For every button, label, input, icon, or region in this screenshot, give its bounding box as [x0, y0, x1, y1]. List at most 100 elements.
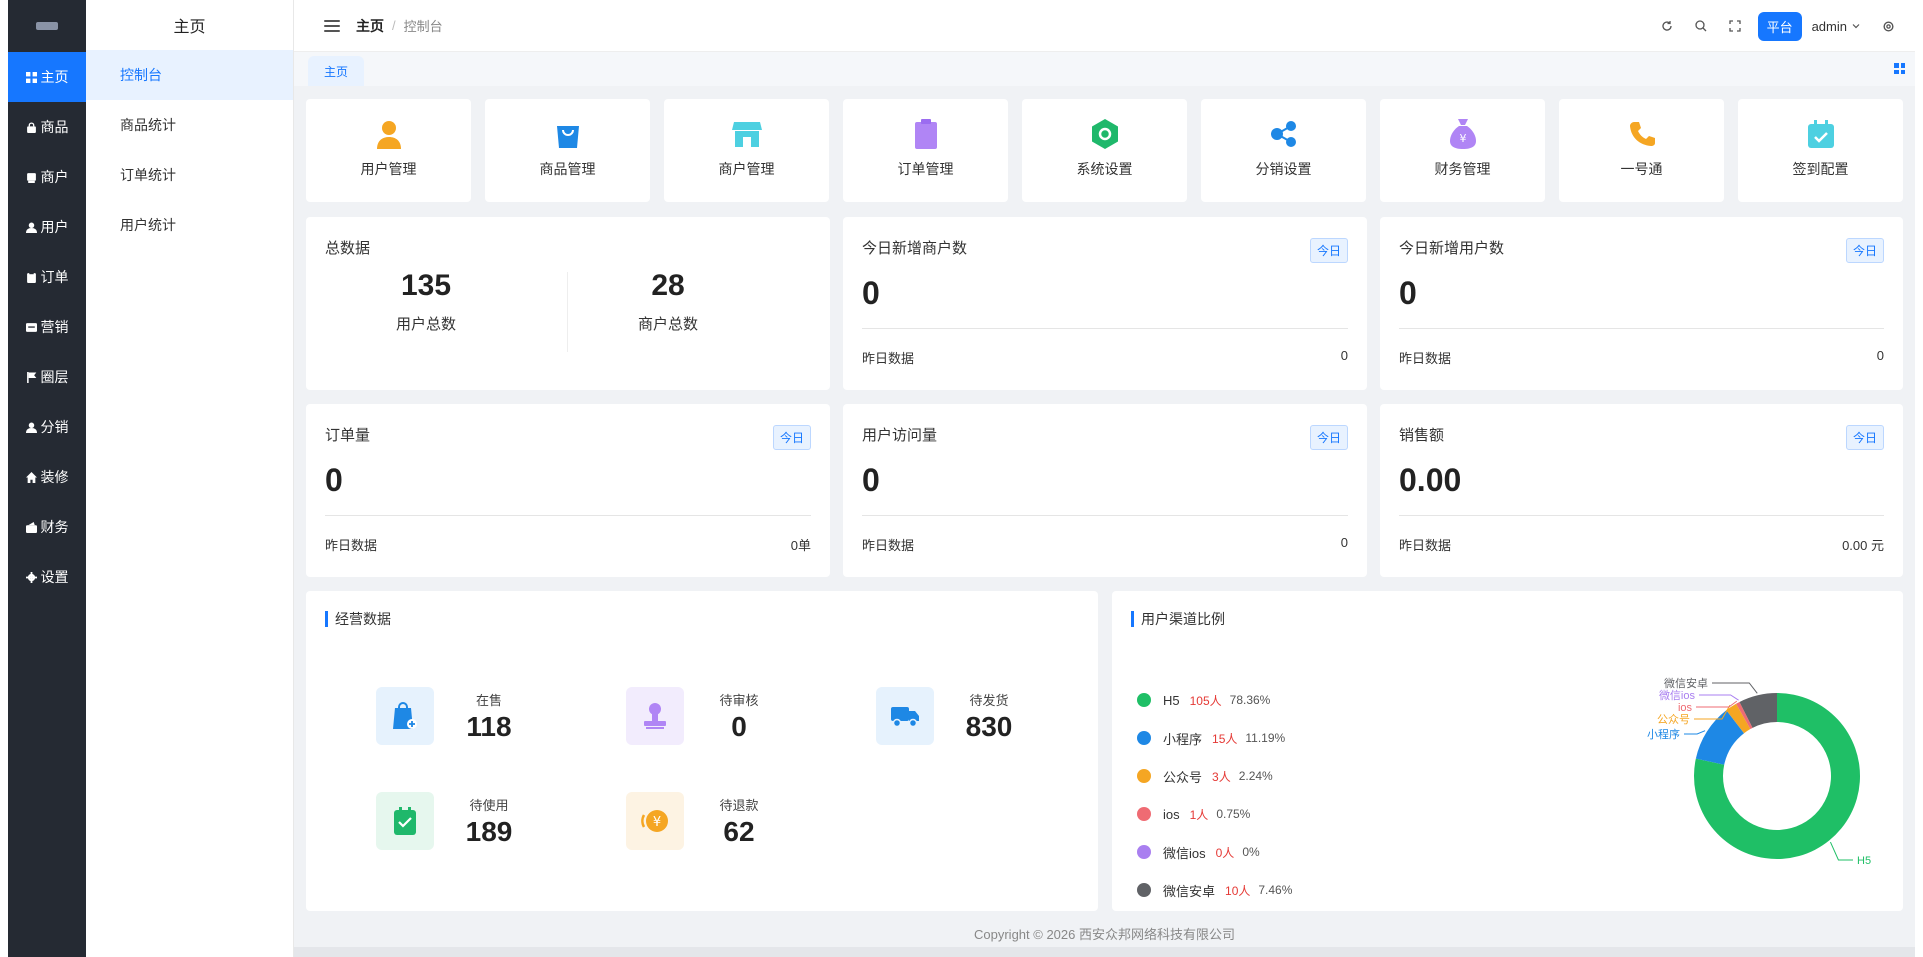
nav-item-circles[interactable]: 圈层: [8, 352, 86, 402]
card-title: 用户访问量: [862, 427, 938, 444]
legend-count: 105人: [1189, 693, 1222, 708]
yesterday-label: 昨日数据: [862, 351, 915, 366]
marketing-icon: [25, 322, 37, 332]
shortcut-finance-manage[interactable]: ¥ 财务管理: [1380, 99, 1545, 202]
legend-item[interactable]: 小程序 15人 11.19%: [1137, 719, 1292, 757]
today-badge: 今日: [1309, 425, 1348, 450]
settings-gear-icon[interactable]: [1881, 19, 1895, 33]
legend-item[interactable]: 公众号 3人 2.24%: [1137, 757, 1292, 795]
shortcut-system-settings[interactable]: 系统设置: [1022, 99, 1187, 202]
nav-item-settings[interactable]: 设置: [8, 552, 86, 602]
nav-item-label: 订单: [40, 269, 69, 285]
shortcut-checkin-config[interactable]: 签到配置: [1738, 99, 1903, 202]
today-badge: 今日: [1845, 425, 1884, 450]
nav-item-label: 分销: [40, 419, 69, 435]
yesterday-value: 0: [1340, 535, 1348, 550]
op-value: 189: [465, 815, 513, 847]
calendar-check-icon: [1806, 119, 1836, 149]
svg-text:¥: ¥: [653, 815, 661, 830]
fullscreen-icon[interactable]: [1728, 19, 1742, 33]
submenu-item-product-stats[interactable]: 商品统计: [86, 100, 293, 150]
op-label: 待发货: [969, 692, 1009, 708]
stat-card-new-users: 今日新增用户数 今日 0 昨日数据 0: [1380, 217, 1903, 390]
settings-hex-icon: [1090, 119, 1120, 149]
yesterday-value: 0: [1876, 348, 1884, 363]
shortcut-user-manage[interactable]: 用户管理: [306, 99, 471, 202]
nav-item-users[interactable]: 用户: [8, 202, 86, 252]
legend-percent: 2.24%: [1238, 769, 1273, 783]
breadcrumb-separator: /: [392, 18, 396, 33]
legend-percent: 0.75%: [1216, 807, 1251, 821]
shopping-bag-icon: [553, 119, 583, 149]
donut-leader-line: [1712, 682, 1758, 694]
today-badge: 今日: [1845, 238, 1884, 263]
divider: [325, 515, 811, 516]
user-menu[interactable]: admin: [1812, 19, 1861, 34]
refresh-icon[interactable]: [1660, 19, 1674, 33]
stat-card-visits: 用户访问量 今日 0 昨日数据 0: [843, 404, 1367, 577]
tab-home[interactable]: 主页: [308, 56, 365, 86]
nav-item-distribution[interactable]: 分销: [8, 402, 86, 452]
nav-item-label: 商户: [40, 169, 69, 185]
stamp-icon: [626, 687, 684, 745]
nav-item-label: 商品: [40, 119, 69, 135]
op-pending-review[interactable]: 待审核 0: [626, 687, 846, 745]
nav-item-merchants[interactable]: 商户: [8, 152, 86, 202]
search-icon[interactable]: [1694, 19, 1708, 33]
donut-leader-line: [1829, 841, 1853, 861]
window-frame-left: [0, 0, 8, 957]
tabs-menu-icon[interactable]: [1894, 63, 1905, 74]
lock-icon: [26, 121, 36, 133]
yesterday-value: 0单: [790, 538, 811, 553]
nav-item-marketing[interactable]: 营销: [8, 302, 86, 352]
submenu-item-user-stats[interactable]: 用户统计: [86, 200, 293, 250]
platform-button[interactable]: 平台: [1757, 11, 1802, 41]
op-pending-use[interactable]: 待使用 189: [376, 792, 596, 850]
breadcrumb-home[interactable]: 主页: [356, 16, 384, 36]
section-title: 经营数据: [325, 611, 391, 627]
clipboard-icon: [911, 119, 941, 149]
submenu-item-order-stats[interactable]: 订单统计: [86, 150, 293, 200]
chevron-down-icon: [1852, 24, 1860, 29]
op-on-sale[interactable]: 在售 118: [376, 687, 596, 745]
yesterday-value: 0: [1340, 348, 1348, 363]
legend-item[interactable]: H5 105人 78.36%: [1137, 681, 1292, 719]
legend-item[interactable]: 微信ios 0人 0%: [1137, 833, 1292, 871]
total-users: 135 用户总数: [306, 269, 546, 334]
nav-item-finance[interactable]: 财务: [8, 502, 86, 552]
flag-icon: [26, 371, 36, 383]
op-pending-refund[interactable]: ¥ 待退款 62: [626, 792, 846, 850]
shortcut-order-manage[interactable]: 订单管理: [843, 99, 1008, 202]
shortcut-one-pass[interactable]: 一号通: [1559, 99, 1724, 202]
legend-item[interactable]: ios 1人 0.75%: [1137, 795, 1292, 833]
stat-value: 0: [862, 462, 880, 498]
legend-dot: [1137, 693, 1151, 707]
app-logo[interactable]: [8, 0, 86, 52]
collapse-menu-icon[interactable]: [324, 19, 340, 32]
checklist-icon: [376, 792, 434, 850]
shortcut-label: 商品管理: [539, 161, 596, 177]
shortcut-merchant-manage[interactable]: 商户管理: [664, 99, 829, 202]
donut-label: 微信安卓: [1664, 676, 1708, 690]
nav-item-label: 设置: [40, 569, 69, 585]
legend-label: H5: [1163, 692, 1180, 708]
op-value: 62: [723, 815, 755, 847]
submenu-item-console[interactable]: 控制台: [86, 50, 293, 100]
nav-item-decoration[interactable]: 装修: [8, 452, 86, 502]
op-pending-ship[interactable]: 待发货 830: [876, 687, 1096, 745]
shortcut-label: 系统设置: [1076, 161, 1133, 177]
legend-item[interactable]: 微信安卓 10人 7.46%: [1137, 871, 1292, 909]
operations-card: 经营数据 在售 118 待审核 0 待发货 830 待使用 189 ¥ 待退款 …: [306, 591, 1098, 911]
nav-item-orders[interactable]: 订单: [8, 252, 86, 302]
card-title: 订单量: [325, 427, 371, 444]
shortcut-distribution-settings[interactable]: 分销设置: [1201, 99, 1366, 202]
shortcut-label: 商户管理: [718, 161, 775, 177]
nav-item-products[interactable]: 商品: [8, 102, 86, 152]
nav-item-label: 用户: [40, 219, 69, 235]
nav-item-home[interactable]: 主页: [8, 52, 86, 102]
shortcut-product-manage[interactable]: 商品管理: [485, 99, 650, 202]
gear-icon: [25, 571, 37, 583]
legend-label: 微信安卓: [1163, 883, 1216, 899]
stat-card-orders: 订单量 今日 0 昨日数据 0单: [306, 404, 830, 577]
donut-label: 公众号: [1657, 713, 1690, 726]
